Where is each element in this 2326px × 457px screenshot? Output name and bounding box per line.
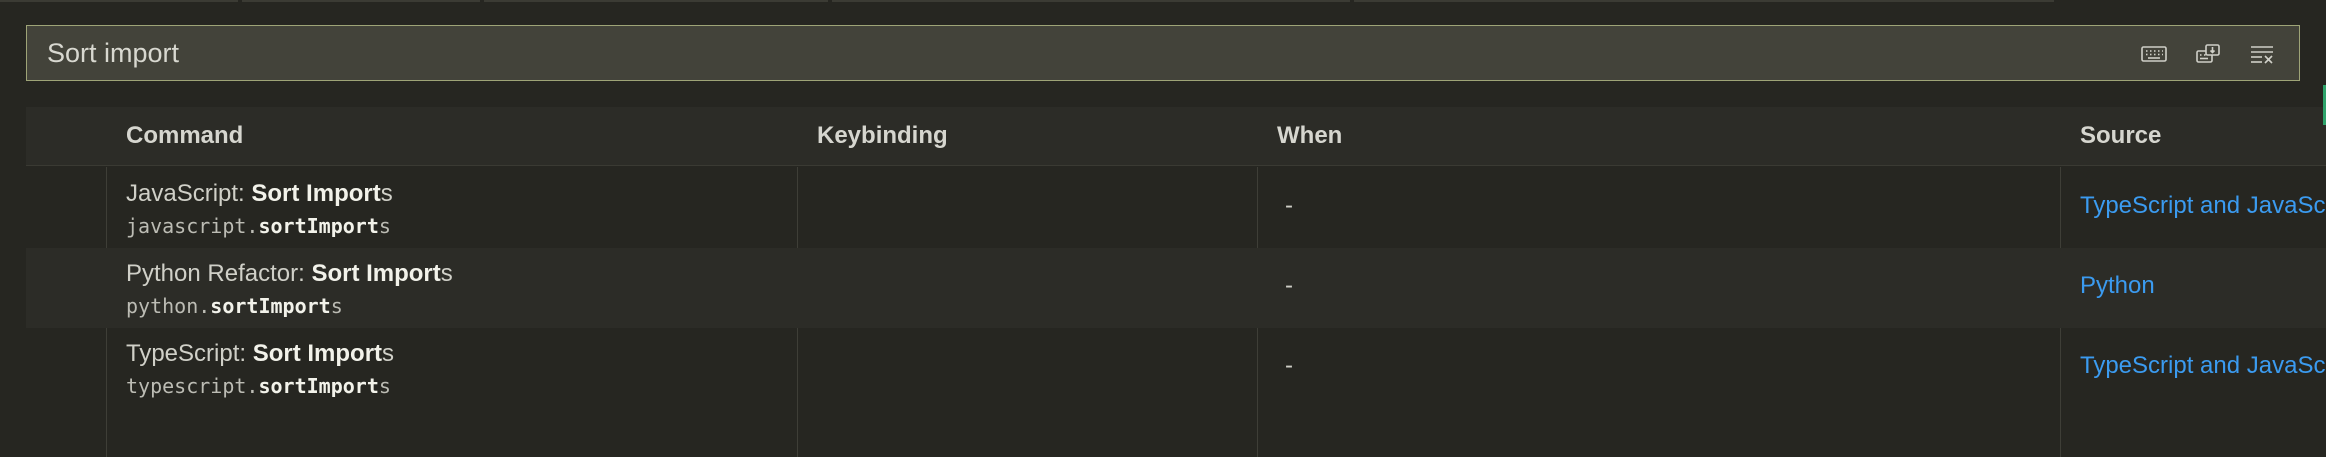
record-keys-icon[interactable] — [2193, 40, 2223, 68]
search-match-highlight: sortImport — [258, 374, 379, 398]
when-clause: - — [1285, 352, 1293, 379]
command-id: typescript.sortImports — [126, 374, 391, 398]
command-title: JavaScript: Sort Imports — [126, 180, 393, 207]
source-link[interactable]: TypeScript and JavaScript — [2080, 352, 2326, 380]
source-link[interactable]: Python — [2080, 272, 2155, 300]
search-match-highlight: sortImport — [210, 294, 331, 318]
editor-tabs-strip — [0, 0, 2326, 2]
column-header-command[interactable]: Command — [126, 107, 243, 165]
search-match-highlight: Sort Import — [251, 180, 381, 207]
keyboard-icon[interactable] — [2139, 40, 2169, 68]
column-header-keybinding[interactable]: Keybinding — [817, 107, 948, 165]
command-title: Python Refactor: Sort Imports — [126, 260, 453, 287]
search-match-highlight: Sort Import — [252, 340, 383, 367]
column-header-when[interactable]: When — [1277, 107, 1342, 165]
search-input[interactable] — [47, 26, 2047, 80]
keybindings-search-box — [26, 25, 2300, 81]
table-row[interactable]: TypeScript: Sort Imports typescript.sort… — [26, 328, 2326, 408]
clear-list-icon[interactable] — [2247, 40, 2277, 68]
source-link[interactable]: TypeScript and JavaScript — [2080, 192, 2326, 220]
when-clause: - — [1285, 272, 1293, 299]
column-header-source[interactable]: Source — [2080, 107, 2161, 165]
search-actions — [2139, 40, 2277, 68]
table-row[interactable]: Python Refactor: Sort Imports python.sor… — [26, 248, 2326, 328]
search-match-highlight: sortImport — [258, 214, 379, 238]
command-id: javascript.sortImports — [126, 214, 391, 238]
search-match-highlight: Sort Import — [311, 260, 441, 287]
when-clause: - — [1285, 192, 1293, 219]
table-header: Command Keybinding When Source — [26, 107, 2326, 166]
command-title: TypeScript: Sort Imports — [126, 340, 395, 367]
command-id: python.sortImports — [126, 294, 343, 318]
table-row[interactable]: JavaScript: Sort Imports javascript.sort… — [26, 168, 2326, 248]
